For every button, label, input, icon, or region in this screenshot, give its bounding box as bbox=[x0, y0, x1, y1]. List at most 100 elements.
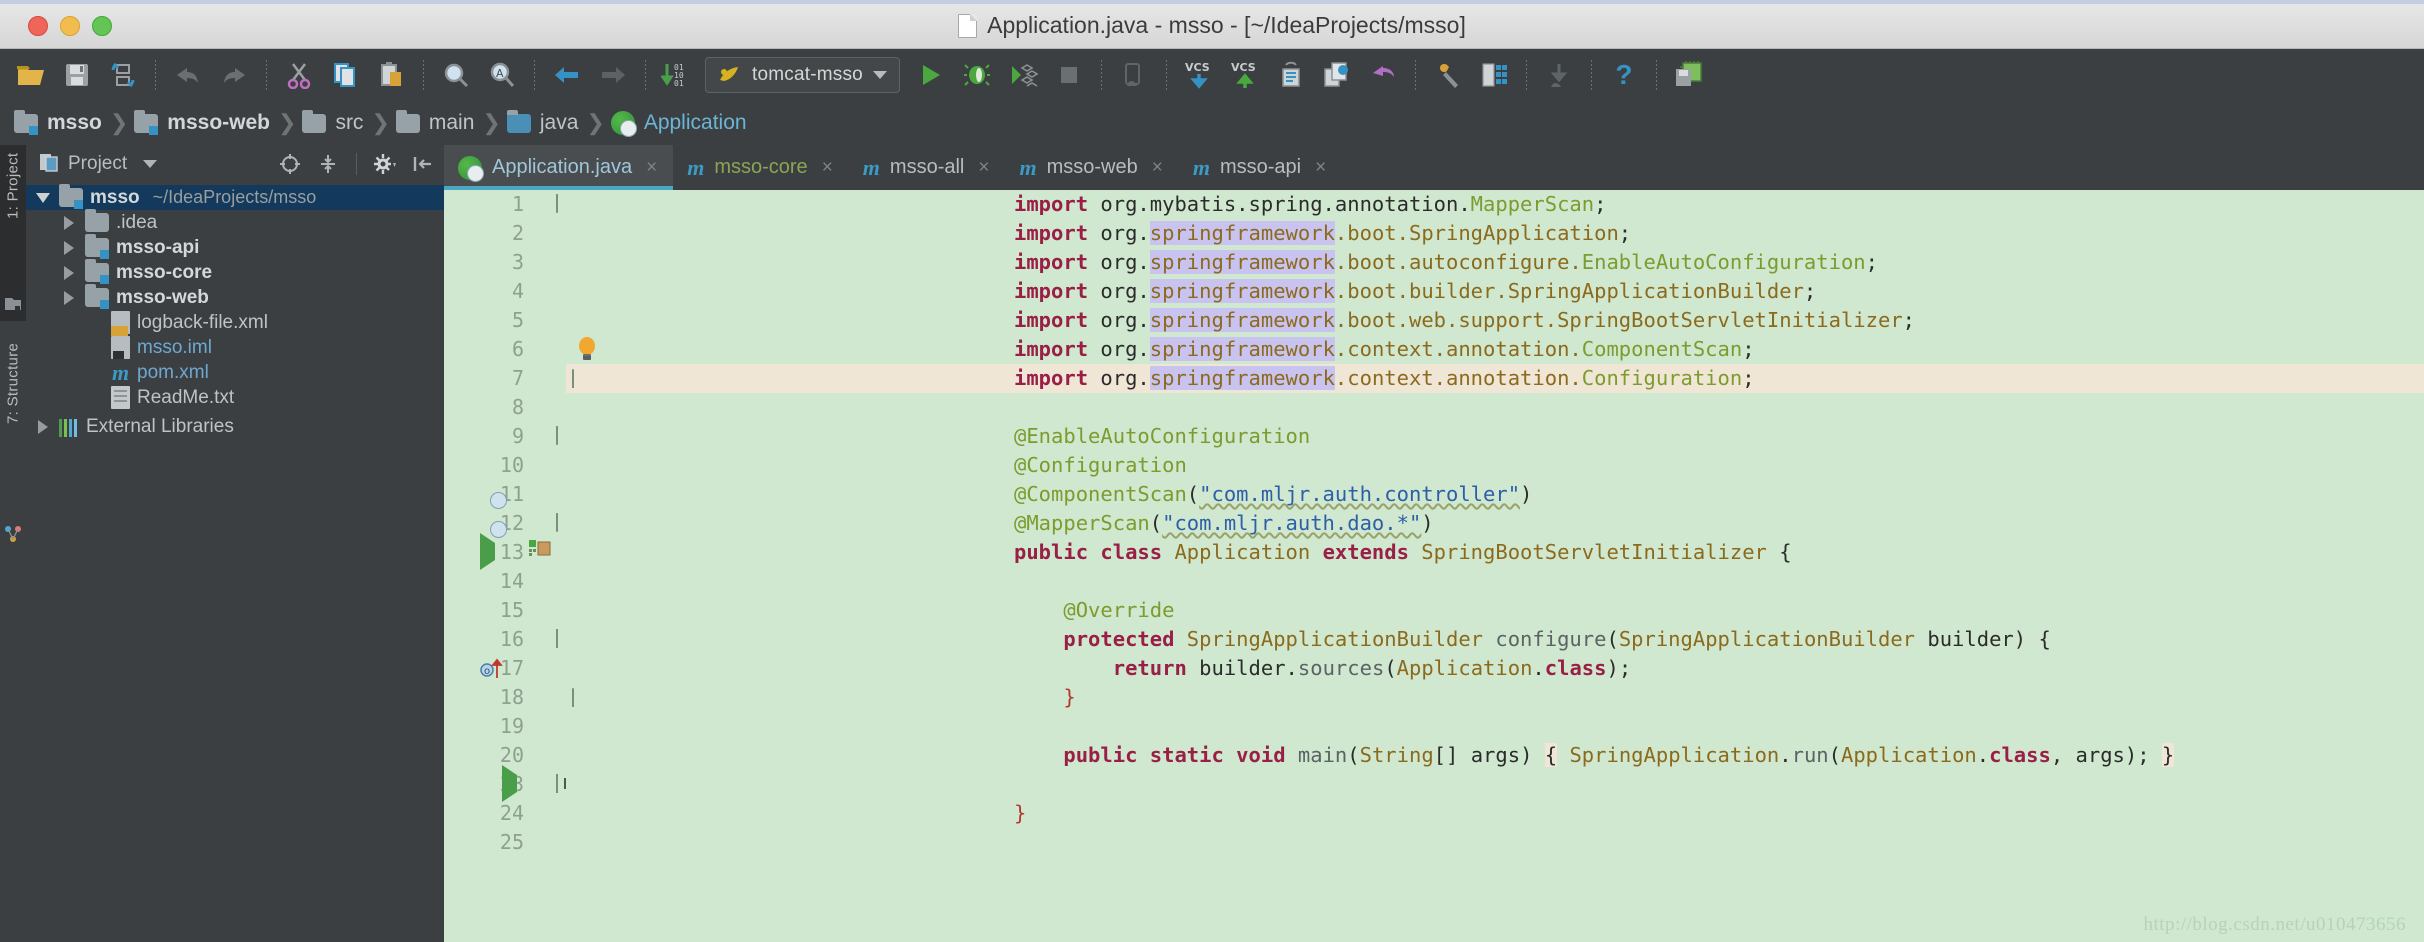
spring-config-icon[interactable] bbox=[529, 538, 551, 563]
code-line-1: import org.mybatis.spring.annotation.Map… bbox=[1014, 192, 1607, 216]
intention-bulb-icon[interactable] bbox=[576, 336, 598, 369]
breadcrumb-item-msso[interactable]: msso bbox=[14, 109, 108, 135]
open-folder-icon[interactable] bbox=[8, 55, 54, 95]
code-line-7: import org.springframework.context.annot… bbox=[1014, 366, 1755, 390]
replace-icon[interactable]: A bbox=[479, 55, 525, 95]
tab-label: Application.java bbox=[492, 156, 633, 178]
tree-item-msso-api[interactable]: msso-api bbox=[26, 234, 444, 260]
locate-icon[interactable] bbox=[275, 150, 305, 178]
minimize-window-button[interactable] bbox=[60, 16, 80, 36]
tab-msso-core[interactable]: m msso-core × bbox=[673, 145, 849, 190]
close-window-button[interactable] bbox=[28, 16, 48, 36]
back-icon[interactable] bbox=[544, 55, 590, 95]
vcs-update-icon[interactable]: VCS bbox=[1176, 55, 1222, 95]
sync-icon[interactable] bbox=[100, 55, 146, 95]
stop-button[interactable] bbox=[1046, 55, 1092, 95]
run-configuration-selector[interactable]: tomcat-msso bbox=[705, 57, 900, 93]
close-icon[interactable]: × bbox=[1315, 157, 1326, 179]
line-number: 25 bbox=[499, 830, 524, 854]
tree-item-idea[interactable]: .idea bbox=[26, 209, 444, 235]
breadcrumb-item-main[interactable]: main bbox=[395, 109, 481, 135]
editor-marker-scrollbar[interactable] bbox=[2404, 190, 2424, 942]
module-folder-icon bbox=[14, 109, 38, 135]
close-icon[interactable]: × bbox=[822, 157, 833, 179]
structure-icon bbox=[4, 525, 22, 543]
tab-msso-api[interactable]: m msso-api × bbox=[1179, 145, 1342, 190]
chevron-down-icon[interactable] bbox=[872, 71, 887, 79]
close-icon[interactable]: × bbox=[978, 157, 989, 179]
close-icon[interactable]: × bbox=[646, 157, 657, 179]
window-titlebar: Application.java - msso - [~/IdeaProject… bbox=[0, 0, 2424, 49]
chevron-right-icon[interactable] bbox=[60, 290, 78, 305]
tree-item-msso-core[interactable]: msso-core bbox=[26, 259, 444, 285]
breadcrumb-item-src[interactable]: src bbox=[302, 109, 369, 135]
chevron-right-icon[interactable] bbox=[34, 419, 52, 434]
iml-file-icon bbox=[111, 336, 130, 359]
tree-item-msso[interactable]: msso ~/IdeaProjects/msso bbox=[26, 184, 444, 210]
redo-icon[interactable] bbox=[211, 55, 257, 95]
compile-icon[interactable]: 01 10 01 bbox=[655, 55, 701, 95]
run-class-icon[interactable] bbox=[480, 533, 495, 570]
tree-item-logback-file-xml[interactable]: logback-file.xml bbox=[26, 310, 444, 336]
run-method-icon[interactable] bbox=[502, 765, 517, 802]
code-line-2: import org.springframework.boot.SpringAp… bbox=[1014, 221, 1632, 245]
chevron-down-icon[interactable] bbox=[135, 150, 165, 178]
breadcrumb-separator-icon: ❯ bbox=[278, 110, 297, 135]
zoom-window-button[interactable] bbox=[92, 16, 112, 36]
traffic-lights[interactable] bbox=[28, 16, 112, 36]
tree-item-readme-txt[interactable]: ReadMe.txt bbox=[26, 385, 444, 410]
collapse-all-icon[interactable] bbox=[313, 150, 343, 178]
editor-gutter[interactable]: 1 2 3 4 5 6 7 8 9 10 11 12 13 14 15 16 1… bbox=[444, 190, 566, 942]
attach-debugger-icon[interactable] bbox=[1111, 55, 1157, 95]
chevron-down-icon[interactable] bbox=[34, 192, 52, 203]
breadcrumb-item-java[interactable]: java bbox=[506, 109, 585, 135]
run-with-coverage-button[interactable] bbox=[1000, 55, 1046, 95]
overriding-method-icon[interactable]: o bbox=[480, 658, 506, 685]
debug-button[interactable] bbox=[954, 55, 1000, 95]
undo-icon[interactable] bbox=[165, 55, 211, 95]
code-text[interactable]: import org.mybatis.spring.annotation.Map… bbox=[566, 190, 2424, 942]
project-tree[interactable]: msso ~/IdeaProjects/msso .idea msso-api … bbox=[26, 183, 444, 942]
tab-msso-all[interactable]: m msso-all × bbox=[849, 145, 1006, 190]
folder-icon bbox=[395, 109, 420, 133]
paste-icon[interactable] bbox=[368, 55, 414, 95]
tab-label: msso-all bbox=[889, 156, 965, 178]
spring-class-icon bbox=[458, 155, 484, 182]
tree-item-external-libraries[interactable]: External Libraries bbox=[26, 414, 444, 439]
chevron-right-icon[interactable] bbox=[60, 265, 78, 280]
project-icon bbox=[4, 295, 22, 313]
help-icon[interactable]: ? bbox=[1601, 55, 1647, 95]
breadcrumb-label: src bbox=[335, 111, 364, 134]
hide-icon[interactable] bbox=[408, 150, 438, 178]
tree-item-label: ReadMe.txt bbox=[137, 386, 235, 408]
find-icon[interactable] bbox=[433, 55, 479, 95]
close-icon[interactable]: × bbox=[1152, 157, 1163, 179]
copy-icon[interactable] bbox=[322, 55, 368, 95]
chevron-right-icon[interactable] bbox=[60, 240, 78, 255]
vcs-commit-icon[interactable]: VCS bbox=[1222, 55, 1268, 95]
tree-item-msso-web[interactable]: msso-web bbox=[26, 284, 444, 310]
gear-icon[interactable] bbox=[370, 150, 400, 178]
vcs-diff-icon[interactable] bbox=[1314, 55, 1360, 95]
module-folder-icon bbox=[85, 259, 109, 284]
settings-icon[interactable] bbox=[1425, 55, 1471, 95]
breadcrumb-item-application[interactable]: Application bbox=[610, 111, 753, 137]
vcs-history-icon[interactable] bbox=[1268, 55, 1314, 95]
breadcrumb-item-msso-web[interactable]: msso-web bbox=[134, 109, 276, 135]
sidebar-item-structure[interactable]: 7: Structure bbox=[0, 335, 26, 535]
run-button[interactable] bbox=[908, 55, 954, 95]
tab-msso-web[interactable]: m msso-web × bbox=[1005, 145, 1178, 190]
vcs-rollback-icon[interactable] bbox=[1360, 55, 1406, 95]
sdk-manager-icon[interactable] bbox=[1536, 55, 1582, 95]
cut-icon[interactable] bbox=[276, 55, 322, 95]
save-all-icon[interactable] bbox=[54, 55, 100, 95]
tree-item-msso-iml[interactable]: msso.iml bbox=[26, 335, 444, 360]
memory-indicator-icon[interactable] bbox=[1666, 55, 1712, 95]
tool-window-bar-left: 1: Project 7: Structure bbox=[0, 145, 26, 942]
project-structure-icon[interactable] bbox=[1471, 55, 1517, 95]
code-editor[interactable]: 1 2 3 4 5 6 7 8 9 10 11 12 13 14 15 16 1… bbox=[444, 190, 2424, 942]
tree-item-pom-xml[interactable]: m pom.xml bbox=[26, 360, 444, 385]
forward-icon[interactable] bbox=[590, 55, 636, 95]
tab-application-java[interactable]: Application.java × bbox=[444, 145, 674, 190]
chevron-right-icon[interactable] bbox=[60, 215, 78, 230]
